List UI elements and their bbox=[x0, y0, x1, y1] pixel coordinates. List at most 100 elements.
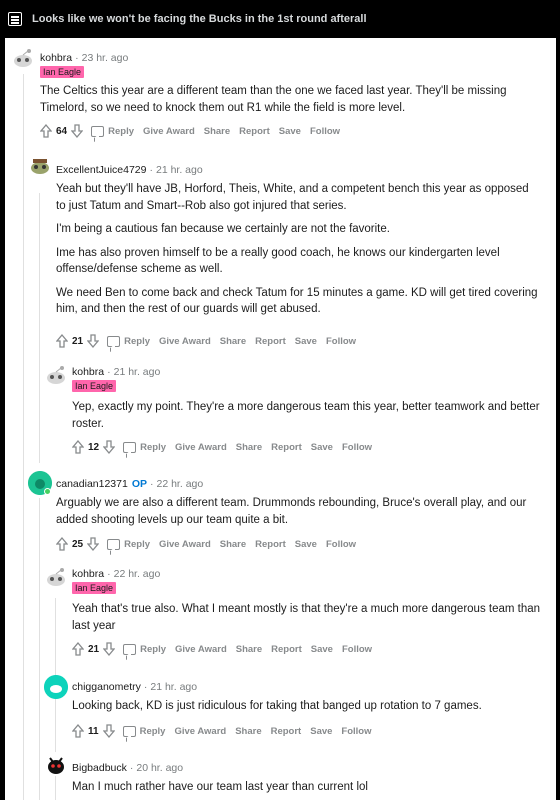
reply-icon bbox=[91, 125, 105, 137]
comment-actions: 21 Reply Give Award Share Report Save Fo… bbox=[72, 640, 372, 658]
reply-label: Reply bbox=[140, 441, 166, 453]
thread-line[interactable] bbox=[39, 193, 40, 463]
save-button[interactable]: Save bbox=[311, 644, 333, 655]
user-flair: Ian Eagle bbox=[72, 380, 117, 392]
author-name[interactable]: ExcellentJuice4729 bbox=[56, 164, 146, 176]
share-button[interactable]: Share bbox=[236, 442, 262, 453]
comment-header: kohbra · 21 hr. ago bbox=[72, 364, 160, 380]
author-name[interactable]: kohbra bbox=[72, 366, 104, 378]
follow-button[interactable]: Follow bbox=[310, 126, 340, 137]
comment-paragraph: Ime has also proven himself to be a real… bbox=[56, 246, 500, 276]
comment-actions: 64 Reply Give Award Share Report Save Fo… bbox=[40, 122, 340, 140]
upvote-icon[interactable] bbox=[72, 440, 84, 454]
give-award-button[interactable]: Give Award bbox=[174, 726, 226, 737]
comment-header: kohbra · 23 hr. ago bbox=[40, 50, 128, 66]
author-name[interactable]: Bigbadbuck bbox=[72, 762, 127, 774]
timestamp[interactable]: 22 hr. ago bbox=[114, 568, 161, 580]
upvote-icon[interactable] bbox=[40, 124, 52, 138]
downvote-icon[interactable] bbox=[103, 642, 116, 656]
separator-dot: · bbox=[107, 366, 111, 378]
comment-paragraph: The Celtics this year are a different te… bbox=[40, 85, 507, 114]
reply-label: Reply bbox=[124, 538, 150, 550]
avatar[interactable] bbox=[28, 153, 52, 177]
comment-actions: 11 Reply Give Award Share Report Save Fo… bbox=[72, 722, 372, 740]
downvote-icon[interactable] bbox=[87, 334, 100, 348]
timestamp[interactable]: 21 hr. ago bbox=[114, 366, 161, 378]
author-name[interactable]: canadian12371 bbox=[56, 478, 128, 490]
reply-button[interactable]: Reply bbox=[122, 725, 165, 737]
avatar[interactable] bbox=[44, 675, 68, 699]
follow-button[interactable]: Follow bbox=[342, 442, 372, 453]
thread-line[interactable] bbox=[23, 74, 24, 800]
share-button[interactable]: Share bbox=[204, 126, 230, 137]
avatar[interactable] bbox=[11, 46, 35, 70]
vote-score: 21 bbox=[72, 335, 84, 347]
share-button[interactable]: Share bbox=[220, 539, 246, 550]
follow-button[interactable]: Follow bbox=[326, 539, 356, 550]
comment-paragraph: We need Ben to come back and check Tatum… bbox=[56, 286, 538, 316]
save-button[interactable]: Save bbox=[279, 126, 301, 137]
reply-button[interactable]: Reply bbox=[107, 335, 150, 347]
reply-button[interactable]: Reply bbox=[123, 643, 166, 655]
vote-score: 21 bbox=[88, 643, 100, 655]
report-button[interactable]: Report bbox=[271, 644, 302, 655]
post-title-bar: Looks like we won't be facing the Bucks … bbox=[0, 0, 560, 38]
follow-button[interactable]: Follow bbox=[341, 726, 371, 737]
separator-dot: · bbox=[143, 681, 148, 693]
reply-button[interactable]: Reply bbox=[107, 538, 150, 550]
downvote-icon[interactable] bbox=[87, 537, 100, 551]
timestamp[interactable]: 21 hr. ago bbox=[156, 164, 203, 176]
timestamp[interactable]: 22 hr. ago bbox=[157, 478, 204, 490]
thread-line[interactable] bbox=[39, 498, 40, 800]
post-title[interactable]: Looks like we won't be facing the Bucks … bbox=[32, 13, 367, 25]
reply-button[interactable]: Reply bbox=[91, 125, 134, 137]
report-button[interactable]: Report bbox=[255, 539, 286, 550]
reply-label: Reply bbox=[124, 335, 150, 347]
reply-label: Reply bbox=[108, 125, 134, 137]
author-name[interactable]: chigganometry bbox=[72, 681, 141, 693]
save-button[interactable]: Save bbox=[295, 336, 317, 347]
reply-button[interactable]: Reply bbox=[123, 441, 166, 453]
comment-header: canadian12371 OP · 22 hr. ago bbox=[56, 476, 203, 492]
avatar[interactable] bbox=[44, 565, 68, 589]
share-button[interactable]: Share bbox=[236, 644, 262, 655]
online-status-icon bbox=[44, 488, 51, 495]
upvote-icon[interactable] bbox=[72, 642, 84, 656]
comment-actions: 12 Reply Give Award Share Report Save Fo… bbox=[72, 438, 372, 456]
timestamp[interactable]: 21 hr. ago bbox=[150, 681, 197, 693]
give-award-button[interactable]: Give Award bbox=[143, 126, 195, 137]
reply-icon bbox=[107, 335, 121, 347]
follow-button[interactable]: Follow bbox=[342, 644, 372, 655]
save-button[interactable]: Save bbox=[295, 539, 317, 550]
comment-paragraph: Yep, exactly my point. They're a more da… bbox=[72, 401, 540, 430]
report-button[interactable]: Report bbox=[271, 442, 302, 453]
downvote-icon[interactable] bbox=[102, 724, 115, 738]
downvote-icon[interactable] bbox=[103, 440, 116, 454]
follow-button[interactable]: Follow bbox=[326, 336, 356, 347]
author-name[interactable]: kohbra bbox=[40, 52, 72, 64]
comment-header: Bigbadbuck · 20 hr. ago bbox=[72, 760, 183, 776]
give-award-button[interactable]: Give Award bbox=[159, 336, 211, 347]
save-button[interactable]: Save bbox=[311, 442, 333, 453]
comment-paragraph: Looking back, KD is just ridiculous for … bbox=[72, 700, 482, 712]
comment-paragraph: Man I much rather have our team last yea… bbox=[72, 781, 368, 793]
share-button[interactable]: Share bbox=[220, 336, 246, 347]
post-icon bbox=[8, 12, 22, 26]
report-button[interactable]: Report bbox=[239, 126, 270, 137]
give-award-button[interactable]: Give Award bbox=[159, 539, 211, 550]
timestamp[interactable]: 23 hr. ago bbox=[82, 52, 129, 64]
avatar[interactable] bbox=[44, 363, 68, 387]
report-button[interactable]: Report bbox=[255, 336, 286, 347]
give-award-button[interactable]: Give Award bbox=[175, 442, 227, 453]
upvote-icon[interactable] bbox=[56, 537, 68, 551]
save-button[interactable]: Save bbox=[310, 726, 332, 737]
timestamp[interactable]: 20 hr. ago bbox=[136, 762, 183, 774]
author-name[interactable]: kohbra bbox=[72, 568, 104, 580]
avatar[interactable] bbox=[44, 752, 68, 776]
give-award-button[interactable]: Give Award bbox=[175, 644, 227, 655]
report-button[interactable]: Report bbox=[271, 726, 302, 737]
downvote-icon[interactable] bbox=[71, 124, 84, 138]
upvote-icon[interactable] bbox=[56, 334, 68, 348]
share-button[interactable]: Share bbox=[235, 726, 261, 737]
upvote-icon[interactable] bbox=[72, 724, 84, 738]
